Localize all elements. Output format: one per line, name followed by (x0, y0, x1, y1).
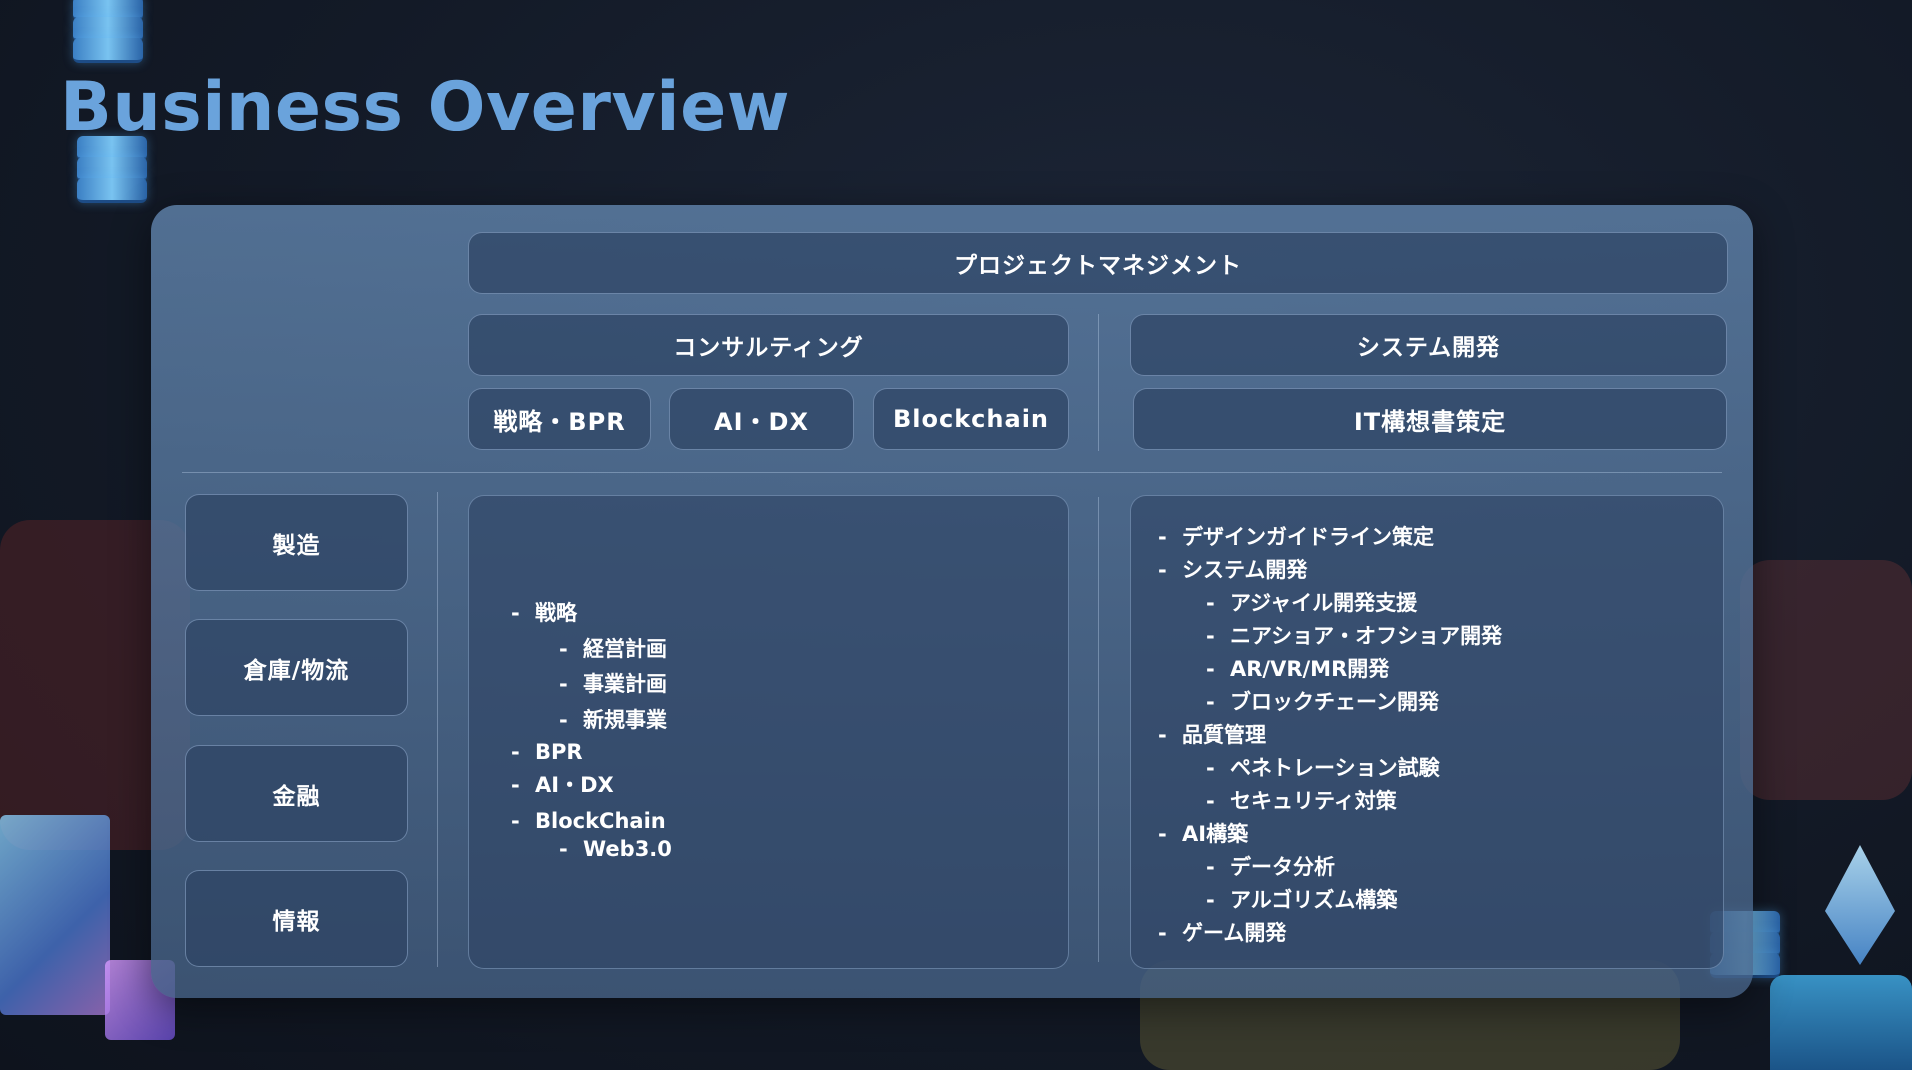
list-item: - アルゴリズム構築 (1206, 888, 1398, 912)
list-item: - デザインガイドライン策定 (1158, 525, 1434, 549)
list-item: - アジャイル開発支援 (1206, 591, 1418, 615)
list-item: - AR/VR/MR開発 (1206, 657, 1390, 681)
industry-manufacturing: 製造 (185, 494, 408, 591)
column-divider-bottom (1098, 497, 1099, 962)
list-item: - データ分析 (1206, 855, 1335, 879)
list-item: - BPR (511, 740, 583, 764)
list-item: - セキュリティ対策 (1206, 789, 1397, 813)
industry-logistics: 倉庫/物流 (185, 619, 408, 716)
consulting-sub-blockchain: Blockchain (873, 388, 1069, 450)
list-item: - ゲーム開発 (1158, 921, 1287, 945)
list-item: - ペネトレーション試験 (1206, 756, 1440, 780)
glass-cube-bottom-left-icon (0, 815, 110, 1015)
pedestal-bottom-right-icon (1770, 975, 1912, 1070)
industry-information: 情報 (185, 870, 408, 967)
list-item: - BlockChain (511, 809, 666, 833)
list-item: - システム開発 (1158, 558, 1308, 582)
background-scene-right (1740, 560, 1912, 800)
list-item: - 新規事業 (559, 708, 667, 732)
column-divider-top (1098, 314, 1099, 451)
consulting-sub-ai-dx: AI・DX (669, 388, 854, 450)
row-divider (182, 472, 1722, 473)
consulting-sub-strategy-bpr: 戦略・BPR (468, 388, 651, 450)
industry-divider (437, 492, 438, 967)
crystal-bottom-right-icon (1825, 845, 1895, 965)
list-item: - ニアショア・オフショア開発 (1206, 624, 1503, 648)
list-item: - AI構築 (1158, 822, 1249, 846)
list-item: - 経営計画 (559, 637, 667, 661)
list-item: - 戦略 (511, 601, 577, 625)
project-management-box: プロジェクトマネジメント (468, 232, 1728, 294)
list-item: - 事業計画 (559, 672, 667, 696)
system-sub-it-concept: IT構想書策定 (1133, 388, 1727, 450)
list-item: - 品質管理 (1158, 723, 1266, 747)
list-item: - ブロックチェーン開発 (1206, 690, 1439, 714)
cube-stack-mid-icon (72, 136, 152, 203)
list-item: - AI・DX (511, 773, 614, 797)
industry-finance: 金融 (185, 745, 408, 842)
consulting-header: コンサルティング (468, 314, 1069, 376)
page-title: Business Overview (60, 68, 791, 147)
cube-stack-top-icon (68, 0, 148, 63)
system-dev-header: システム開発 (1130, 314, 1727, 376)
list-item: - Web3.0 (559, 837, 672, 861)
